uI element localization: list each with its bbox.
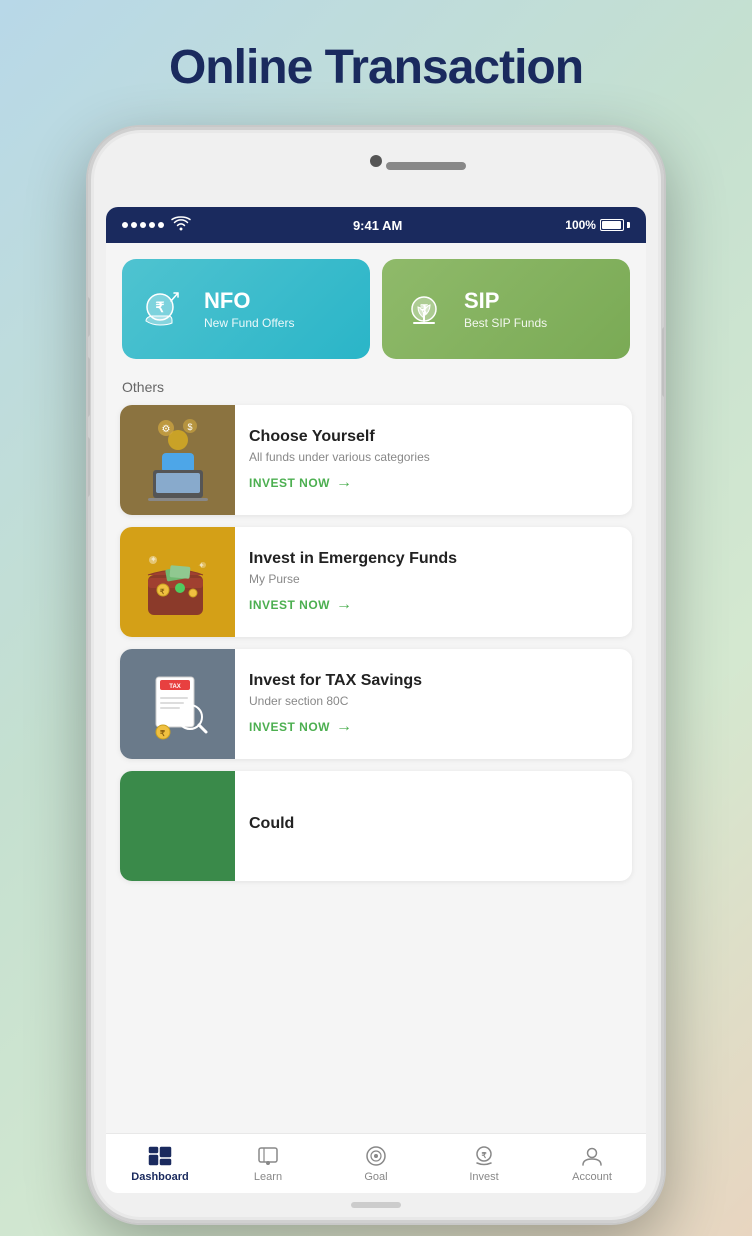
dot-3 <box>140 222 146 228</box>
svg-text:✦: ✦ <box>198 561 205 570</box>
tax-image: TAX RETURN ₹ <box>120 649 235 759</box>
svg-text:₹: ₹ <box>481 1151 486 1160</box>
nfo-text: NFO New Fund Offers <box>204 288 294 330</box>
dot-5 <box>158 222 164 228</box>
tax-subtitle: Under section 80C <box>249 694 618 708</box>
nfo-title: NFO <box>204 288 294 314</box>
dot-4 <box>149 222 155 228</box>
emergency-content: Invest in Emergency Funds My Purse INVES… <box>235 527 632 637</box>
choose-yourself-invest-label: INVEST NOW <box>249 476 330 490</box>
nfo-subtitle: New Fund Offers <box>204 316 294 330</box>
emergency-invest-label: INVEST NOW <box>249 598 330 612</box>
nav-account[interactable]: Account <box>538 1145 646 1183</box>
tax-arrow-icon: → <box>336 718 353 736</box>
svg-text:⚙: ⚙ <box>161 424 170 435</box>
nfo-icon: ₹ <box>138 283 190 335</box>
signal-dots <box>122 222 164 228</box>
svg-text:RETURN: RETURN <box>164 691 185 697</box>
nfo-card[interactable]: ₹ NFO New Fund Offers <box>122 259 370 359</box>
list-item-fourth[interactable]: Could <box>120 771 632 881</box>
nav-learn[interactable]: Learn <box>214 1145 322 1183</box>
choose-yourself-content: Choose Yourself All funds under various … <box>235 405 632 515</box>
nav-goal[interactable]: Goal <box>322 1145 430 1183</box>
vol-up-button <box>86 357 90 417</box>
sip-text: SIP Best SIP Funds <box>464 288 547 330</box>
tax-invest-btn[interactable]: INVEST NOW → <box>249 718 618 736</box>
svg-text:TAX: TAX <box>169 684 181 690</box>
screen-content: ₹ NFO New Fund Offers <box>106 243 646 1133</box>
dot-1 <box>122 222 128 228</box>
fourth-title: Could <box>249 815 618 833</box>
status-bar: 9:41 AM 100% <box>106 207 646 243</box>
invest-label: Invest <box>469 1171 498 1183</box>
vol-down-button <box>86 437 90 497</box>
earpiece-speaker <box>386 162 466 170</box>
goal-icon <box>363 1145 389 1167</box>
tax-invest-label: INVEST NOW <box>249 720 330 734</box>
battery-percent: 100% <box>565 218 596 232</box>
battery-fill <box>602 221 621 229</box>
dot-2 <box>131 222 137 228</box>
choose-yourself-title: Choose Yourself <box>249 428 618 446</box>
status-left <box>122 217 190 234</box>
invest-icon: ₹ <box>471 1145 497 1167</box>
tax-title: Invest for TAX Savings <box>249 672 618 690</box>
emergency-image: ✦ ✦ ₹ <box>120 527 235 637</box>
battery-tip <box>627 222 630 228</box>
svg-text:₹: ₹ <box>156 299 165 315</box>
fourth-content: Could <box>235 771 632 881</box>
top-cards: ₹ NFO New Fund Offers <box>106 243 646 375</box>
svg-text:₹: ₹ <box>160 729 165 738</box>
svg-text:₹: ₹ <box>160 588 165 596</box>
list-item-choose-yourself[interactable]: ⚙ $ Choose Yourself All funds under v <box>120 405 632 515</box>
phone-screen: 9:41 AM 100% <box>106 207 646 1193</box>
others-label: Others <box>106 375 646 405</box>
status-time: 9:41 AM <box>353 218 402 233</box>
svg-text:✦: ✦ <box>150 555 157 564</box>
choose-yourself-image: ⚙ $ <box>120 405 235 515</box>
phone-wrapper: 9:41 AM 100% <box>0 115 752 1225</box>
emergency-title: Invest in Emergency Funds <box>249 550 618 568</box>
choose-yourself-invest-btn[interactable]: INVEST NOW → <box>249 474 618 492</box>
home-indicator <box>351 1202 401 1208</box>
svg-text:$: $ <box>187 422 192 432</box>
wifi-icon <box>172 217 190 234</box>
emergency-invest-btn[interactable]: INVEST NOW → <box>249 596 618 614</box>
bottom-nav: Dashboard Learn <box>106 1133 646 1193</box>
learn-icon <box>255 1145 281 1167</box>
mute-button <box>86 297 90 337</box>
dashboard-label: Dashboard <box>131 1171 188 1183</box>
choose-yourself-arrow-icon: → <box>336 474 353 492</box>
phone-frame: 9:41 AM 100% <box>86 125 666 1225</box>
front-camera <box>370 155 382 167</box>
list-item-emergency[interactable]: ✦ ✦ ₹ <box>120 527 632 637</box>
tax-content: Invest for TAX Savings Under section 80C… <box>235 649 632 759</box>
dashboard-icon <box>147 1145 173 1167</box>
learn-label: Learn <box>254 1171 282 1183</box>
nav-invest[interactable]: ₹ Invest <box>430 1145 538 1183</box>
page-title: Online Transaction <box>0 0 752 115</box>
sip-title: SIP <box>464 288 547 314</box>
goal-label: Goal <box>364 1171 387 1183</box>
power-button <box>662 327 666 397</box>
account-icon <box>579 1145 605 1167</box>
list-item-tax[interactable]: TAX RETURN ₹ <box>120 649 632 759</box>
emergency-arrow-icon: → <box>336 596 353 614</box>
sip-icon: ₹ <box>398 283 450 335</box>
battery-body <box>600 219 624 231</box>
sip-subtitle: Best SIP Funds <box>464 316 547 330</box>
sip-card[interactable]: ₹ SIP Best SIP Funds <box>382 259 630 359</box>
account-label: Account <box>572 1171 612 1183</box>
fourth-image <box>120 771 235 881</box>
emergency-subtitle: My Purse <box>249 572 618 586</box>
status-right: 100% <box>565 218 630 232</box>
choose-yourself-subtitle: All funds under various categories <box>249 450 618 464</box>
battery-icon <box>600 219 630 231</box>
nav-dashboard[interactable]: Dashboard <box>106 1145 214 1183</box>
